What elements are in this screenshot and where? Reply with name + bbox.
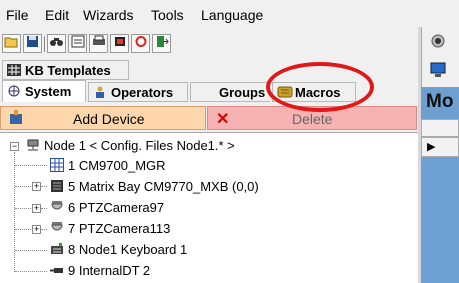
user-icon [93, 86, 107, 98]
menu-wizards[interactable]: Wizards [83, 7, 134, 23]
right-panel-title: Mo [426, 91, 454, 112]
menu-bar: File Edit Wizards Tools Language [0, 0, 420, 30]
monitor-icon[interactable] [430, 62, 446, 81]
toolbar [0, 32, 200, 56]
tree-root-node[interactable]: Node 1 < Config. Files Node1.* > [26, 137, 235, 155]
plug-icon [50, 263, 64, 277]
grid-icon [50, 158, 64, 172]
tree-item-ptzcamera97[interactable]: 6 PTZCamera97 [50, 199, 164, 217]
tree-connector [41, 186, 47, 187]
exit-icon[interactable] [152, 34, 171, 53]
tree-connector [15, 208, 33, 209]
tab-operators[interactable]: Operators [88, 82, 188, 102]
grid-row[interactable]: ▶ [421, 137, 459, 157]
tree-item-cm9700-mgr[interactable]: 1 CM9700_MGR [50, 157, 166, 175]
tab-macros[interactable]: Macros [272, 82, 356, 102]
delete-button[interactable]: ✕ Delete [207, 106, 417, 130]
save-icon[interactable] [23, 34, 42, 53]
expand-camera97-toggle[interactable]: + [32, 204, 41, 213]
tree-connector [15, 229, 33, 230]
tab-system[interactable]: System [2, 80, 86, 102]
tab-kb-templates[interactable]: KB Templates [2, 60, 129, 80]
menu-edit[interactable]: Edit [45, 7, 69, 23]
menu-language[interactable]: Language [201, 7, 263, 23]
grid-icon [7, 64, 21, 76]
node-server-icon [26, 138, 40, 152]
dome-camera-icon [50, 221, 64, 235]
tree-connector [41, 208, 47, 209]
camera-icon[interactable] [430, 33, 446, 52]
tab-groups[interactable]: Groups [190, 82, 270, 102]
dome-camera-icon [50, 200, 64, 214]
tree-connector [14, 152, 15, 272]
refresh-icon[interactable] [131, 34, 150, 53]
macro-scroll-icon [277, 86, 293, 98]
properties-icon[interactable] [68, 34, 87, 53]
delete-x-icon: ✕ [216, 111, 230, 128]
toolbar-separator [44, 36, 45, 52]
device-tree: − Node 1 < Config. Files Node1.* > 1 CM9… [0, 132, 418, 283]
add-device-button[interactable]: Add Device [0, 106, 206, 130]
menu-tools[interactable]: Tools [151, 7, 184, 23]
open-folder-icon[interactable] [2, 34, 21, 53]
expand-camera113-toggle[interactable]: + [32, 225, 41, 234]
expand-matrix-toggle[interactable]: + [32, 182, 41, 191]
tree-item-keyboard[interactable]: 8 Node1 Keyboard 1 [50, 241, 187, 259]
tree-connector [15, 165, 47, 166]
grid-header-cell [421, 119, 459, 137]
print-icon[interactable] [89, 34, 108, 53]
row-pointer-icon: ▶ [427, 141, 436, 153]
tree-item-internaldt[interactable]: 9 InternalDT 2 [50, 262, 150, 280]
keyboard-icon [50, 242, 64, 256]
matrix-icon [50, 179, 64, 193]
tree-connector [15, 271, 47, 272]
tree-connector [15, 186, 33, 187]
sync-icon[interactable] [110, 34, 129, 53]
tree-connector [15, 250, 47, 251]
collapse-root-toggle[interactable]: − [10, 142, 19, 151]
add-device-icon [9, 110, 23, 128]
network-icon [7, 85, 21, 97]
tree-item-matrix-bay[interactable]: 5 Matrix Bay CM9770_MXB (0,0) [50, 178, 259, 196]
device-action-bar: Add Device ✕ Delete [0, 106, 418, 130]
tree-item-ptzcamera113[interactable]: 7 PTZCamera113 [50, 220, 170, 238]
tree-connector [41, 229, 47, 230]
right-panel: Mo ▶ [421, 27, 459, 283]
menu-file[interactable]: File [6, 7, 29, 23]
find-icon[interactable] [47, 34, 66, 53]
right-panel-grid: ▶ [421, 119, 459, 283]
right-panel-toolbar [421, 27, 459, 87]
